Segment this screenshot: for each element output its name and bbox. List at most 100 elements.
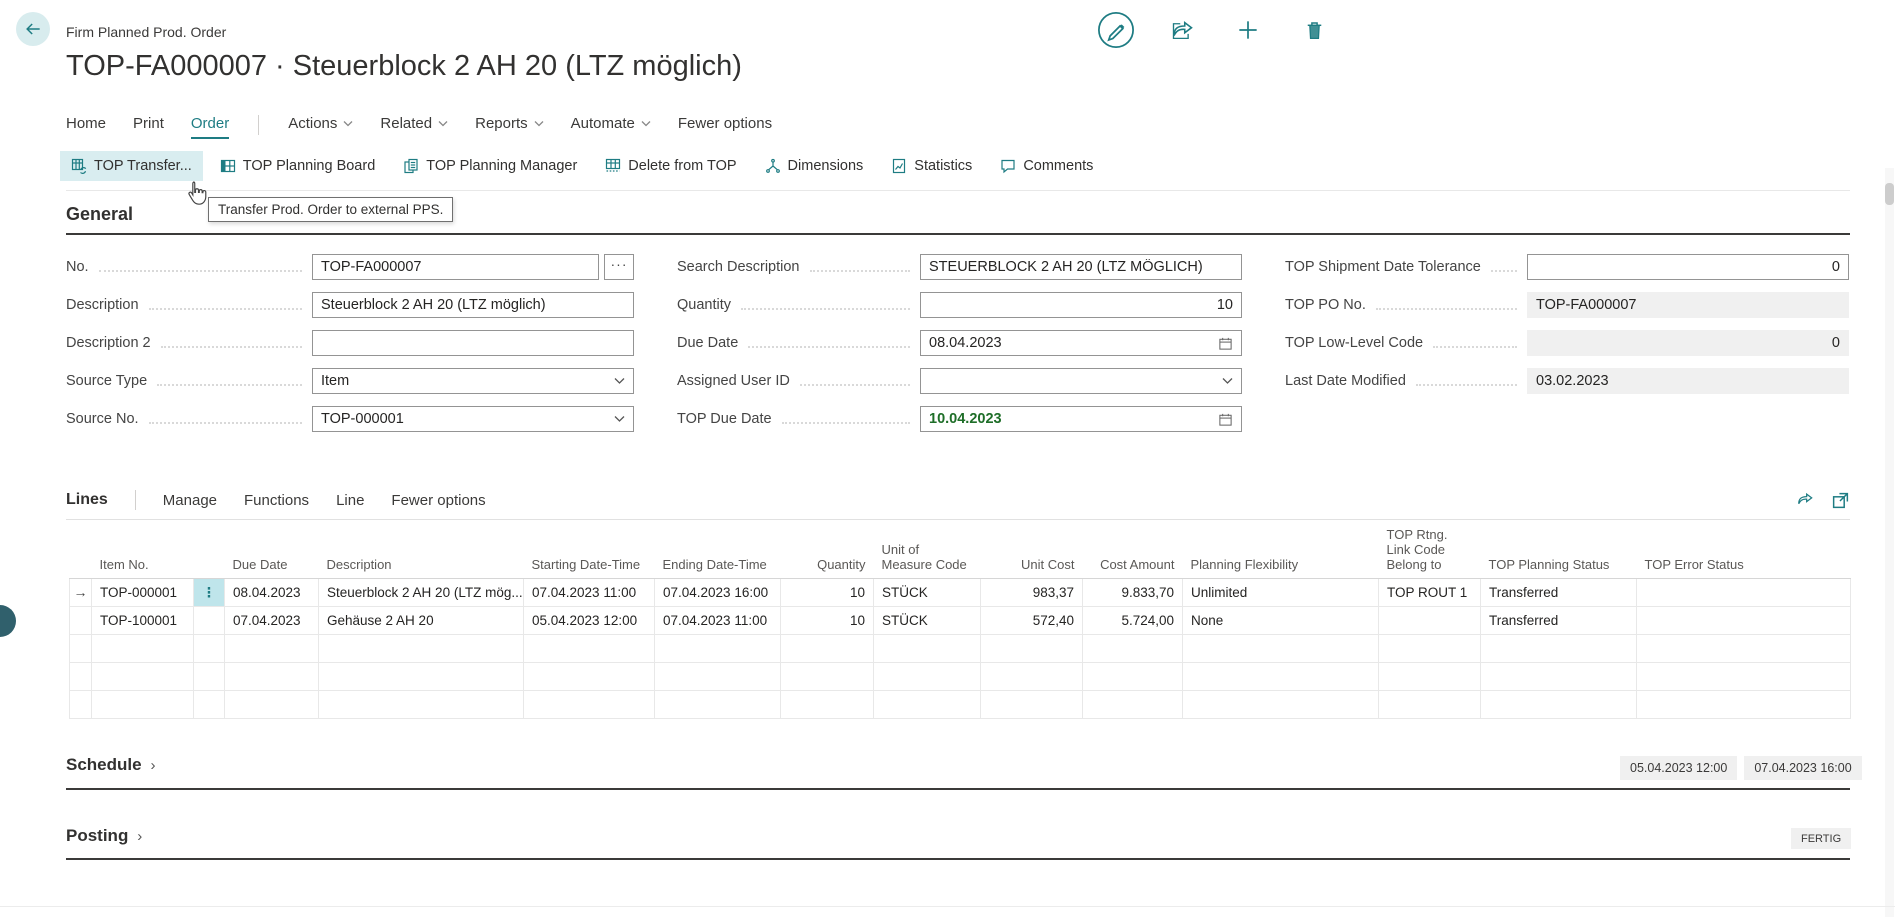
due-date-input[interactable]: 08.04.2023 [920,330,1242,356]
cell-planning-flexibility[interactable]: Unlimited [1183,579,1379,607]
cell-uom[interactable]: STÜCK [874,579,981,607]
cell-quantity[interactable]: 10 [781,579,874,607]
search-description-input[interactable]: STEUERBLOCK 2 AH 20 (LTZ MÖGLICH) [920,254,1242,280]
col-top-planning-status[interactable]: TOP Planning Status [1481,524,1637,579]
general-section-heading[interactable]: General [66,204,133,225]
top-due-date-input[interactable]: 10.04.2023 [920,406,1242,432]
lines-tab-fewer-options[interactable]: Fewer options [391,492,485,509]
calendar-icon[interactable] [1218,336,1233,351]
lines-tab-functions[interactable]: Functions [244,492,309,509]
chevron-down-icon[interactable] [614,415,625,423]
cell-unit-cost[interactable]: 983,37 [981,579,1083,607]
chevron-down-icon[interactable] [614,377,625,385]
col-due-date[interactable]: Due Date [225,524,319,579]
side-panel-button[interactable] [0,605,16,637]
calendar-icon[interactable] [1218,412,1233,427]
trash-icon [1302,18,1327,43]
col-unit-of-measure-code[interactable]: Unit of Measure Code [874,524,981,579]
delete-from-top-button[interactable]: Delete from TOP [594,151,747,181]
menu-reports[interactable]: Reports [475,115,544,139]
new-button[interactable] [1228,10,1268,50]
menu-home[interactable]: Home [66,115,106,139]
chevron-down-icon [534,120,544,127]
menu-print[interactable]: Print [133,115,164,139]
delete-button[interactable] [1294,10,1334,50]
menu-fewer-options[interactable]: Fewer options [678,115,772,139]
cell-item-no[interactable]: TOP-000001 [92,579,194,607]
transfer-grid-icon [71,158,87,174]
cell-cost-amount[interactable]: 9.833,70 [1083,579,1183,607]
lines-tab-line[interactable]: Line [336,492,364,509]
row-menu-button[interactable]: ⋮ [194,579,225,607]
cell-uom[interactable]: STÜCK [874,607,981,635]
share-icon [1795,490,1815,510]
cell-planning-flexibility[interactable]: None [1183,607,1379,635]
description-input[interactable]: Steuerblock 2 AH 20 (LTZ möglich) [312,292,634,318]
assigned-user-id-select[interactable] [920,368,1242,394]
menu-related[interactable]: Related [380,115,448,139]
assist-edit-button[interactable]: ··· [604,254,634,280]
lines-heading[interactable]: Lines [66,491,108,509]
cell-cost-amount[interactable]: 5.724,00 [1083,607,1183,635]
breadcrumb[interactable]: Firm Planned Prod. Order [66,24,226,40]
cell-error-status[interactable] [1637,607,1851,635]
open-in-new-window-button[interactable] [1831,490,1850,510]
cell-planning-status[interactable]: Transferred [1481,607,1637,635]
cell-due-date[interactable]: 08.04.2023 [225,579,319,607]
top-planning-manager-button[interactable]: TOP Planning Manager [392,151,588,181]
col-item-no[interactable]: Item No. [92,524,194,579]
top-transfer-button[interactable]: TOP Transfer... [60,151,203,181]
source-no-select[interactable]: TOP-000001 [312,406,634,432]
menu-automate[interactable]: Automate [571,115,651,139]
share-button[interactable] [1162,10,1202,50]
schedule-section-heading[interactable]: Schedule › [66,755,156,775]
vertical-scrollbar[interactable] [1885,168,1894,917]
menu-order[interactable]: Order [191,115,229,139]
source-type-select[interactable]: Item [312,368,634,394]
top-po-no-value: TOP-FA000007 [1527,292,1849,318]
col-description[interactable]: Description [319,524,524,579]
cell-starting-date-time[interactable]: 05.04.2023 12:00 [524,607,655,635]
col-quantity[interactable]: Quantity [781,524,874,579]
menu-actions[interactable]: Actions [288,115,353,139]
col-ending-date-time[interactable]: Ending Date-Time [655,524,781,579]
cell-rtng-link[interactable]: TOP ROUT 1 [1379,579,1481,607]
cell-unit-cost[interactable]: 572,40 [981,607,1083,635]
cell-ending-date-time[interactable]: 07.04.2023 16:00 [655,579,781,607]
dimensions-button[interactable]: Dimensions [754,151,875,181]
col-top-rtng-link-code[interactable]: TOP Rtng. Link Code Belong to [1379,524,1481,579]
no-input[interactable]: TOP-FA000007 [312,254,599,280]
cell-starting-date-time[interactable]: 07.04.2023 11:00 [524,579,655,607]
cell-error-status[interactable] [1637,579,1851,607]
quantity-input[interactable]: 10 [920,292,1242,318]
cell-quantity[interactable]: 10 [781,607,874,635]
col-planning-flexibility[interactable]: Planning Flexibility [1183,524,1379,579]
col-unit-cost[interactable]: Unit Cost [981,524,1083,579]
scrollbar-thumb[interactable] [1885,183,1894,205]
statistics-button[interactable]: Statistics [880,151,983,181]
cell-item-no[interactable]: TOP-100001 [92,607,194,635]
cell-due-date[interactable]: 07.04.2023 [225,607,319,635]
col-starting-date-time[interactable]: Starting Date-Time [524,524,655,579]
posting-section-heading[interactable]: Posting › [66,826,142,846]
cell-ending-date-time[interactable]: 07.04.2023 11:00 [655,607,781,635]
cell-rtng-link[interactable] [1379,607,1481,635]
table-row-empty [70,691,1851,719]
description-2-input[interactable] [312,330,634,356]
top-planning-board-button[interactable]: TOP Planning Board [209,151,386,181]
cell-description[interactable]: Gehäuse 2 AH 20 [319,607,524,635]
edit-button[interactable] [1096,10,1136,50]
action-menubar: Home Print Order Actions Related Reports… [66,115,772,139]
cell-planning-status[interactable]: Transferred [1481,579,1637,607]
comments-button[interactable]: Comments [989,151,1104,181]
chevron-down-icon[interactable] [1222,377,1233,385]
col-top-error-status[interactable]: TOP Error Status [1637,524,1851,579]
share-lines-button[interactable] [1795,490,1815,510]
cell-description[interactable]: Steuerblock 2 AH 20 (LTZ mög... [319,579,524,607]
lines-tab-manage[interactable]: Manage [163,492,217,509]
back-button[interactable] [16,12,50,46]
col-cost-amount[interactable]: Cost Amount [1083,524,1183,579]
top-shipment-date-tolerance-input[interactable]: 0 [1527,254,1849,280]
row-menu-cell[interactable] [194,607,225,635]
table-row-empty [70,663,1851,691]
